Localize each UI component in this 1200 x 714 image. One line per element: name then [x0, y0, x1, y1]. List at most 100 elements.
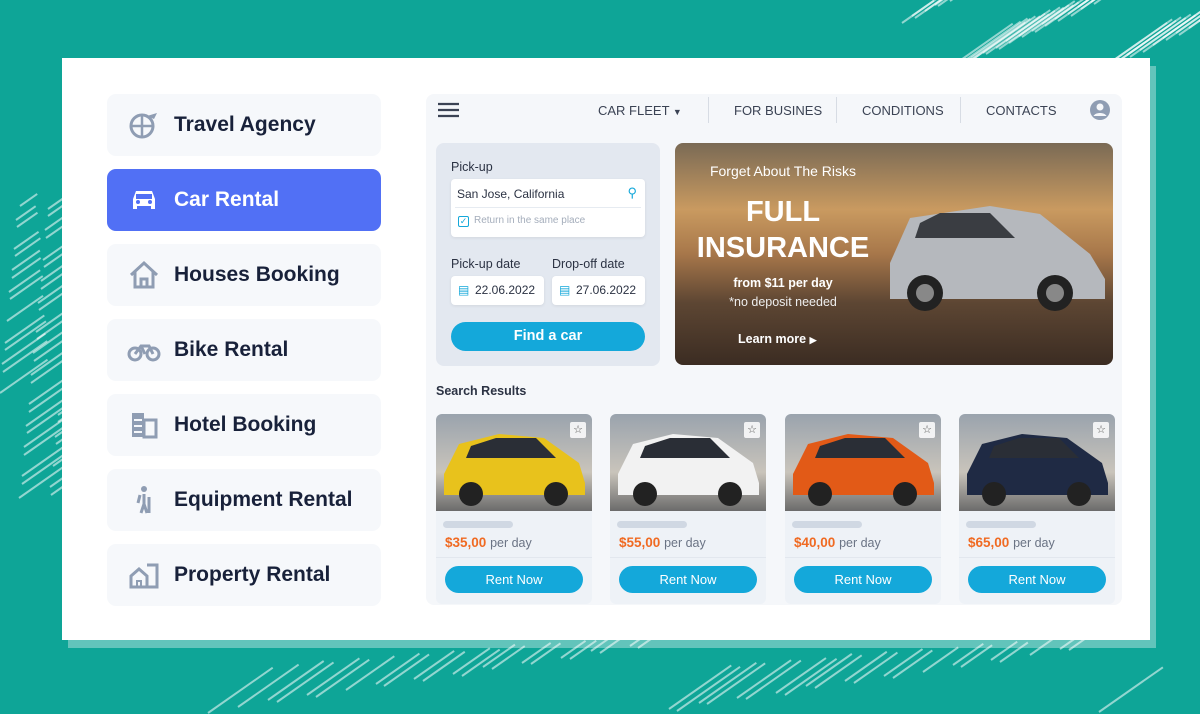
title-placeholder-bar [617, 521, 687, 528]
nav-conditions[interactable]: CONDITIONS [862, 103, 944, 118]
price-unit: per day [1013, 536, 1055, 550]
pickup-date-input[interactable]: ▤ 22.06.2022 [451, 276, 544, 305]
card-divider [785, 557, 941, 558]
car-image: ☆ [785, 414, 941, 511]
field-divider [455, 207, 641, 208]
insurance-banner: Forget About The Risks FULL INSURANCE fr… [675, 143, 1113, 365]
caret-down-icon: ▼ [672, 107, 682, 117]
sidebar-item-label: Property Rental [174, 563, 331, 586]
rent-now-button[interactable]: Rent Now [619, 566, 757, 593]
car-image: ☆ [959, 414, 1115, 511]
sidebar-item-car-rental[interactable]: Car Rental [107, 169, 381, 231]
price-amount: $65,00 [968, 535, 1010, 550]
caret-right-icon: ▶ [809, 335, 817, 345]
top-nav: CAR FLEET ▼ FOR BUSINES CONDITIONS CONTA… [426, 94, 1122, 126]
sidebar-item-label: Travel Agency [174, 113, 316, 136]
nav-for-business[interactable]: FOR BUSINES [734, 103, 822, 118]
background-streak [1113, 18, 1173, 61]
background-streak [1098, 666, 1164, 713]
sidebar-item-houses-booking[interactable]: Houses Booking [107, 244, 381, 306]
card-divider [436, 557, 592, 558]
pickup-label: Pick-up [451, 160, 493, 174]
background-streak [969, 17, 1028, 59]
sidebar-item-hotel-booking[interactable]: Hotel Booking [107, 394, 381, 456]
car-icon [133, 191, 155, 209]
favorite-star-icon[interactable]: ☆ [919, 422, 935, 438]
background-streak [375, 652, 420, 685]
car-rental-app: CAR FLEET ▼ FOR BUSINES CONDITIONS CONTA… [426, 94, 1122, 605]
price-unit: per day [490, 536, 532, 550]
card-divider [610, 557, 766, 558]
sidebar-item-property-rental[interactable]: Property Rental [107, 544, 381, 606]
rent-now-button[interactable]: Rent Now [968, 566, 1106, 593]
nav-contacts[interactable]: CONTACTS [986, 103, 1057, 118]
sidebar-item-travel-agency[interactable]: Travel Agency [107, 94, 381, 156]
background-streak [736, 659, 792, 699]
background-streak [1126, 16, 1182, 56]
background-streak [982, 14, 1037, 54]
pickup-location-input[interactable]: San Jose, California [457, 187, 564, 201]
dropoff-date-value: 27.06.2022 [576, 283, 637, 297]
banner-price: from $11 per day [733, 276, 833, 290]
car-image: ☆ [610, 414, 766, 511]
favorite-star-icon[interactable]: ☆ [1093, 422, 1109, 438]
price-unit: per day [664, 536, 706, 550]
sidebar-item-label: Houses Booking [174, 263, 340, 286]
car-price: $40,00 per day [794, 535, 881, 550]
sidebar-item-label: Hotel Booking [174, 413, 317, 436]
sidebar-item-label: Bike Rental [174, 338, 289, 361]
nav-divider [708, 97, 709, 123]
car-price: $35,00 per day [445, 535, 532, 550]
sidebar-item-bike-rental[interactable]: Bike Rental [107, 319, 381, 381]
building-icon [132, 413, 158, 439]
favorite-star-icon[interactable]: ☆ [744, 422, 760, 438]
favorite-star-icon[interactable]: ☆ [570, 422, 586, 438]
car-result-card: ☆ $35,00 per day Rent Now [436, 414, 592, 604]
banner-kicker: Forget About The Risks [709, 163, 857, 179]
price-unit: per day [839, 536, 881, 550]
calendar-icon: ▤ [559, 283, 571, 297]
globe-plane-icon [129, 113, 157, 139]
calendar-icon: ▤ [458, 283, 470, 297]
car-result-card: ☆ $55,00 per day Rent Now [610, 414, 766, 604]
rent-now-button[interactable]: Rent Now [445, 566, 583, 593]
sidebar-item-label: Equipment Rental [174, 488, 353, 511]
return-same-label: Return in the same place [474, 215, 586, 226]
house-icon [129, 260, 159, 289]
car-price: $55,00 per day [619, 535, 706, 550]
dropoff-date-input[interactable]: ▤ 27.06.2022 [552, 276, 645, 305]
background-streak [922, 646, 959, 673]
banner-note: *no deposit needed [729, 295, 837, 309]
bike-icon [127, 344, 161, 362]
background-streak [16, 211, 39, 228]
banner-car-image [890, 206, 1105, 311]
card-divider [959, 557, 1115, 558]
learn-more-link[interactable]: Learn more ▶ [738, 332, 817, 346]
pickup-location-box: San Jose, California ⚲ ✓ Return in the s… [451, 179, 645, 237]
hamburger-menu-icon[interactable] [438, 102, 459, 118]
price-amount: $55,00 [619, 535, 661, 550]
user-avatar-icon[interactable] [1089, 99, 1111, 121]
price-amount: $40,00 [794, 535, 836, 550]
title-placeholder-bar [966, 521, 1036, 528]
location-pin-icon: ⚲ [627, 185, 637, 200]
car-result-card: ☆ $65,00 per day Rent Now [959, 414, 1115, 604]
return-same-checkbox[interactable]: ✓ [458, 216, 469, 227]
banner-title-line2: INSURANCE [696, 232, 870, 264]
car-image: ☆ [436, 414, 592, 511]
pickup-date-label: Pick-up date [451, 257, 521, 271]
property-icon [129, 563, 159, 589]
nav-label: CAR FLEET [598, 103, 670, 118]
pickup-date-value: 22.06.2022 [475, 283, 536, 297]
nav-car-fleet[interactable]: CAR FLEET ▼ [598, 103, 682, 118]
car-result-card: ☆ $40,00 per day Rent Now [785, 414, 941, 604]
sidebar-item-label: Car Rental [174, 188, 280, 211]
find-car-button[interactable]: Find a car [451, 322, 645, 351]
background-streak [413, 649, 456, 680]
rent-now-button[interactable]: Rent Now [794, 566, 932, 593]
dropoff-date-label: Drop-off date [552, 257, 625, 271]
background-streak [949, 0, 968, 3]
sidebar-item-equipment-rental[interactable]: Equipment Rental [107, 469, 381, 531]
banner-title-line1: FULL [745, 196, 821, 228]
learn-more-label: Learn more [738, 332, 807, 346]
